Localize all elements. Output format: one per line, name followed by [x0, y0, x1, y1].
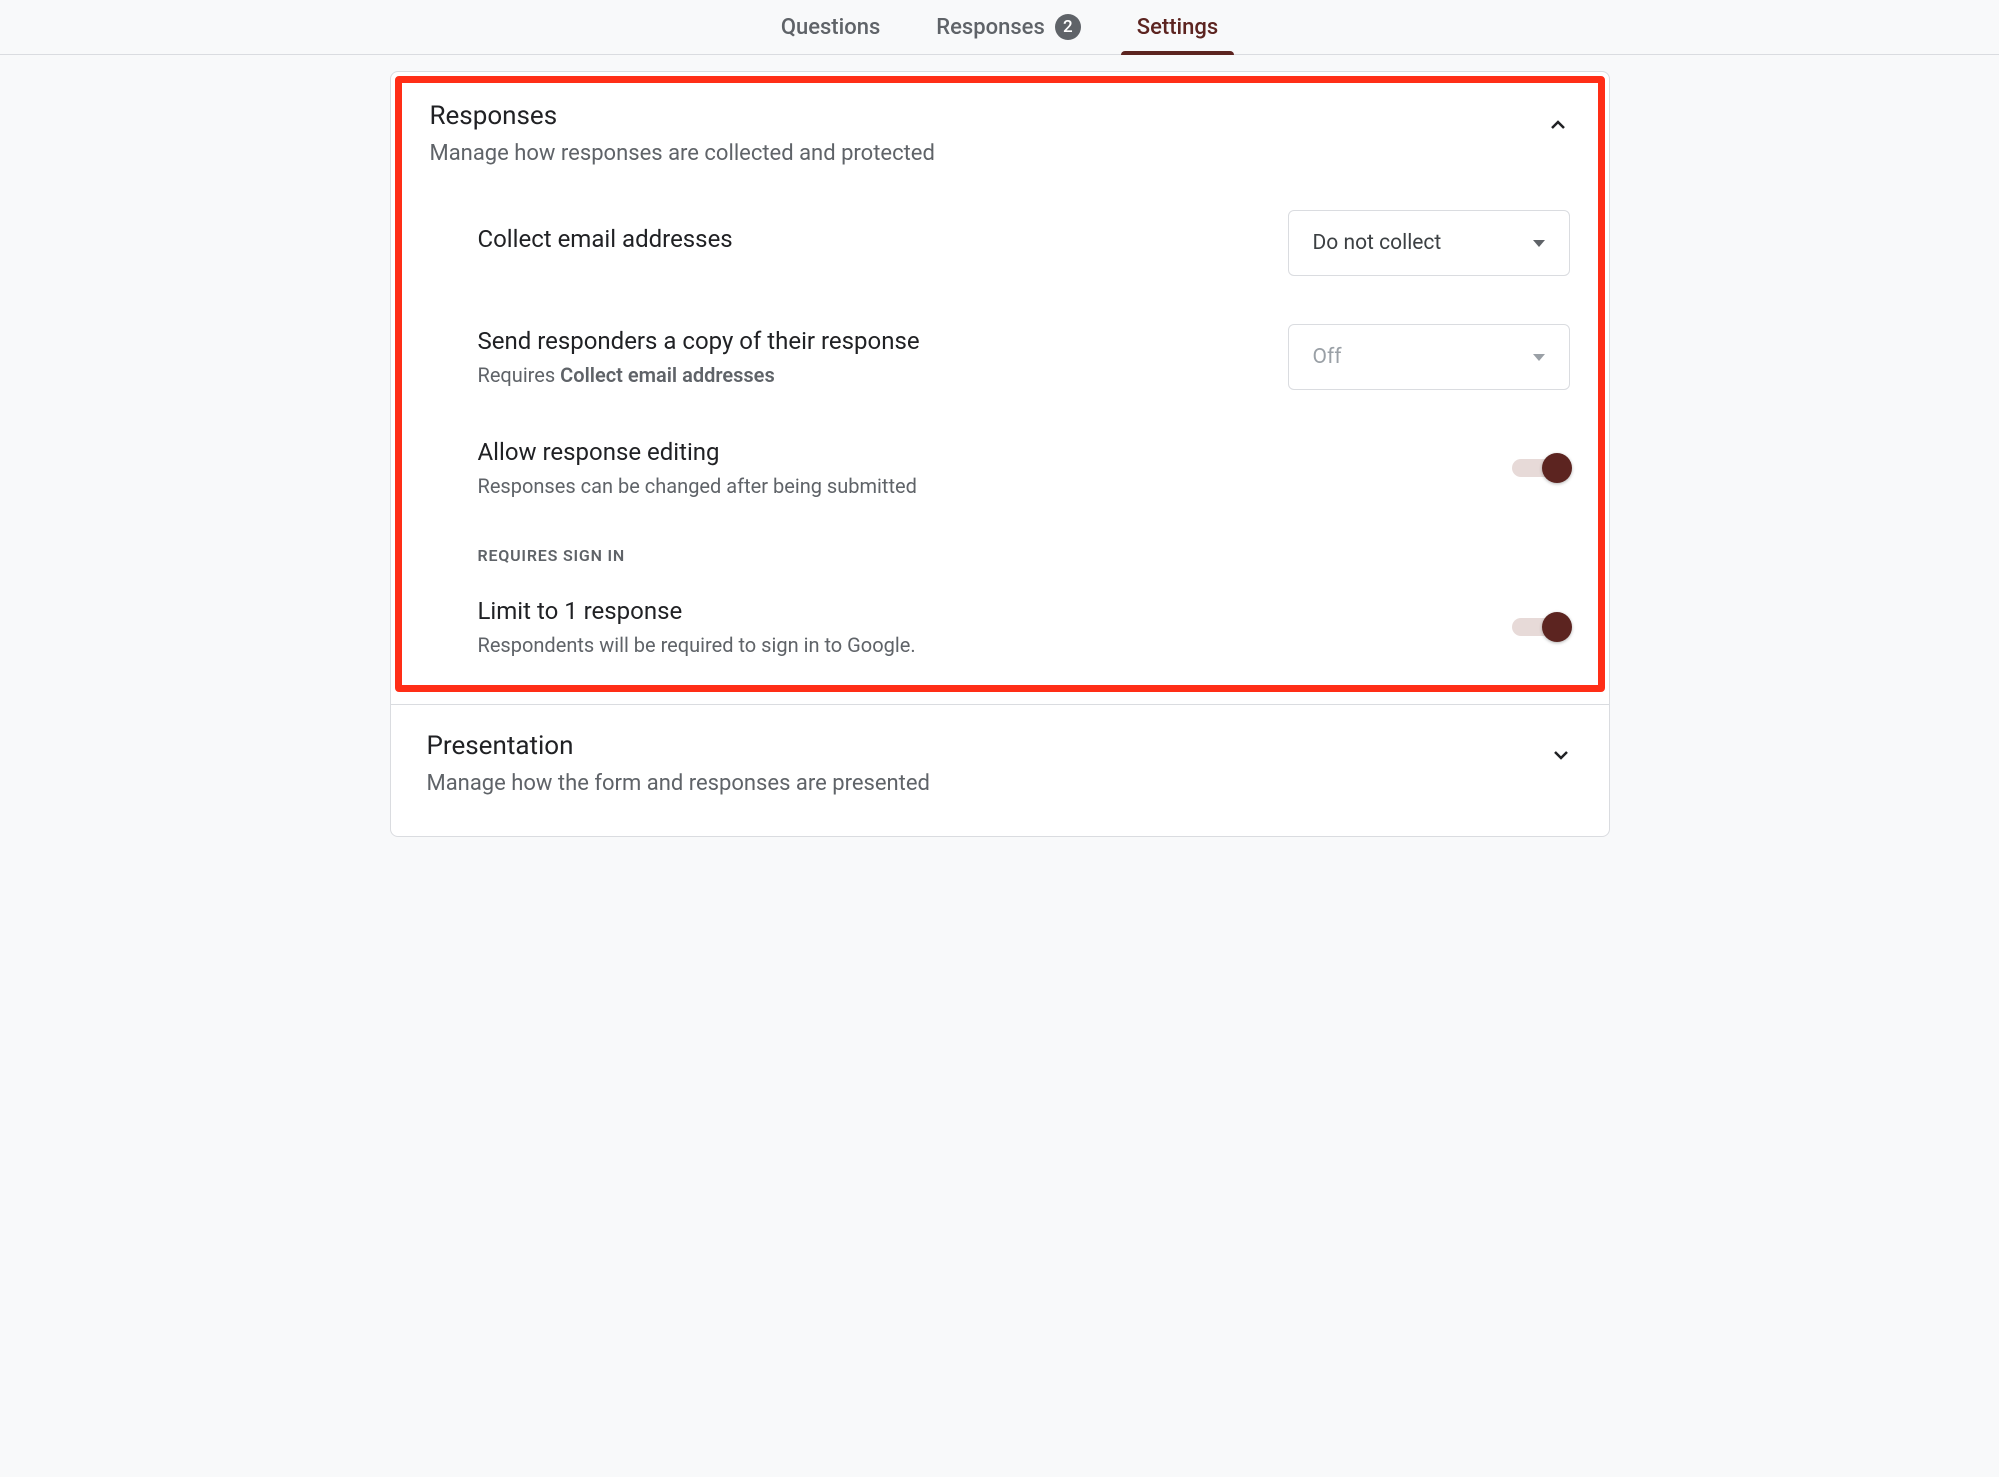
setting-label: Limit to 1 response	[478, 597, 1512, 625]
toggle-thumb	[1542, 612, 1572, 642]
limit-response-toggle[interactable]	[1512, 618, 1570, 636]
setting-collect-email: Collect email addresses Do not collect	[478, 210, 1570, 276]
dropdown-arrow-icon	[1533, 240, 1545, 247]
setting-label: Collect email addresses	[478, 225, 1288, 253]
presentation-section: Presentation Manage how the form and res…	[391, 704, 1609, 836]
section-subtitle: Manage how responses are collected and p…	[430, 141, 935, 166]
settings-container: Responses Manage how responses are colle…	[390, 71, 1610, 837]
responses-count-badge: 2	[1055, 14, 1081, 40]
tab-settings[interactable]: Settings	[1133, 0, 1222, 54]
tab-label: Questions	[781, 15, 880, 40]
setting-send-copy: Send responders a copy of their response…	[478, 324, 1570, 390]
setting-limit-response: Limit to 1 response Respondents will be …	[478, 597, 1570, 657]
setting-label: Send responders a copy of their response	[478, 327, 1288, 355]
tab-label: Responses	[936, 15, 1044, 40]
tab-label: Settings	[1137, 15, 1218, 40]
send-copy-dropdown: Off	[1288, 324, 1570, 390]
setting-label: Allow response editing	[478, 438, 1512, 466]
collect-email-dropdown[interactable]: Do not collect	[1288, 210, 1570, 276]
tabs-bar: Questions Responses 2 Settings	[0, 0, 1999, 54]
dropdown-value: Off	[1313, 345, 1342, 369]
responses-section-highlight: Responses Manage how responses are colle…	[395, 76, 1605, 692]
presentation-section-header[interactable]: Presentation Manage how the form and res…	[427, 731, 1573, 796]
setting-desc: Requires Collect email addresses	[478, 363, 1288, 387]
dropdown-arrow-icon	[1533, 354, 1545, 361]
dropdown-value: Do not collect	[1313, 231, 1442, 255]
tab-questions[interactable]: Questions	[777, 0, 884, 54]
toggle-thumb	[1542, 453, 1572, 483]
setting-allow-editing: Allow response editing Responses can be …	[478, 438, 1570, 498]
tab-responses[interactable]: Responses 2	[932, 0, 1084, 54]
chevron-down-icon	[1549, 743, 1573, 767]
responses-section-header[interactable]: Responses Manage how responses are colle…	[430, 101, 1570, 166]
section-subtitle: Manage how the form and responses are pr…	[427, 771, 930, 796]
allow-editing-toggle[interactable]	[1512, 459, 1570, 477]
setting-desc: Responses can be changed after being sub…	[478, 474, 1512, 498]
section-title: Responses	[430, 101, 935, 131]
requires-sign-in-label: REQUIRES SIGN IN	[478, 546, 1570, 565]
section-title: Presentation	[427, 731, 930, 761]
chevron-up-icon	[1546, 113, 1570, 137]
setting-desc: Respondents will be required to sign in …	[478, 633, 1512, 657]
responses-settings-list: Collect email addresses Do not collect S…	[430, 210, 1570, 657]
